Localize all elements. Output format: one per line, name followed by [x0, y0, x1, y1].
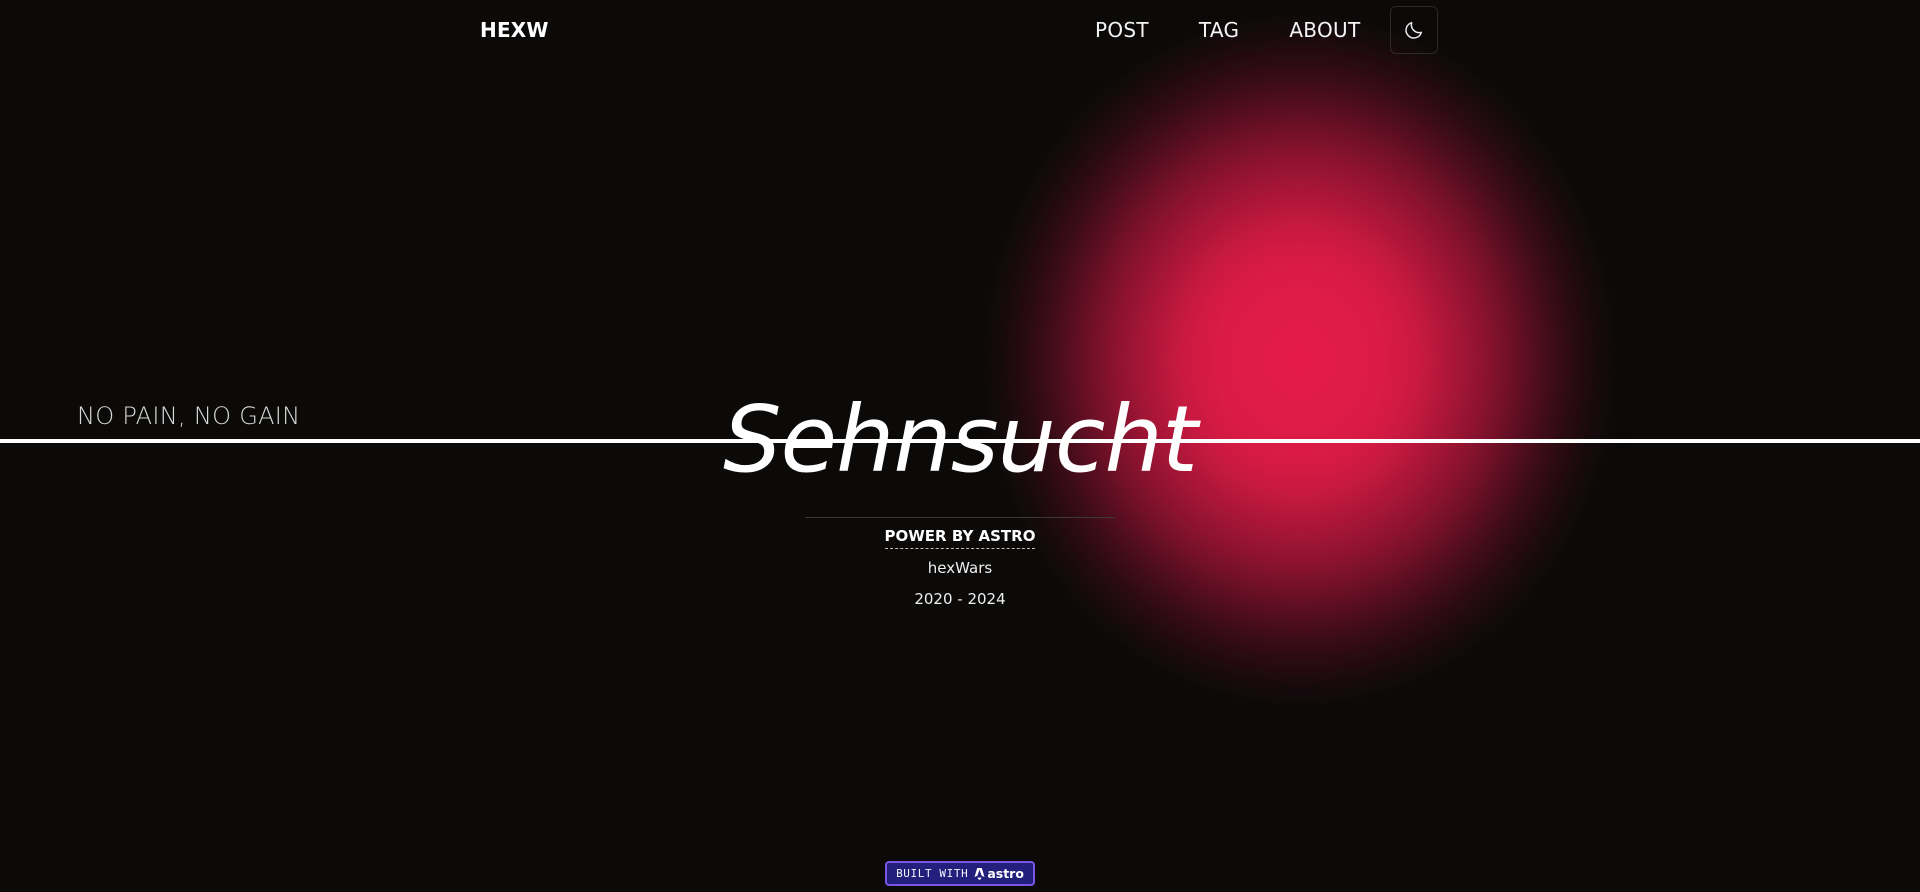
- astro-logo-icon: [974, 868, 985, 880]
- footer-divider: [805, 517, 1115, 518]
- theme-toggle-button[interactable]: [1390, 6, 1438, 54]
- footer-info: POWER BY ASTRO hexWars 2020 - 2024: [0, 517, 1920, 608]
- power-by-astro-link[interactable]: POWER BY ASTRO: [884, 527, 1036, 549]
- badge-brand-label: astro: [987, 866, 1024, 881]
- site-brand-link[interactable]: HEXW: [480, 18, 549, 42]
- nav-link-about[interactable]: ABOUT: [1289, 18, 1360, 42]
- navbar: HEXW POST TAG ABOUT: [0, 0, 1920, 62]
- nav-link-tag[interactable]: TAG: [1199, 18, 1239, 42]
- moon-icon: [1405, 21, 1423, 39]
- badge-prefix: BUILT WITH: [896, 867, 969, 880]
- nav-link-post[interactable]: POST: [1095, 18, 1149, 42]
- footer-author: hexWars: [927, 559, 993, 577]
- main-nav: POST TAG ABOUT: [1095, 18, 1410, 42]
- built-with-astro-badge[interactable]: BUILT WITH astro: [885, 861, 1035, 886]
- footer-years: 2020 - 2024: [914, 590, 1006, 608]
- badge-brand: astro: [974, 866, 1024, 881]
- hero-title: Sehnsucht: [723, 386, 1198, 493]
- page: HEXW POST TAG ABOUT NO PAIN, NO GAIN Seh…: [0, 0, 1920, 892]
